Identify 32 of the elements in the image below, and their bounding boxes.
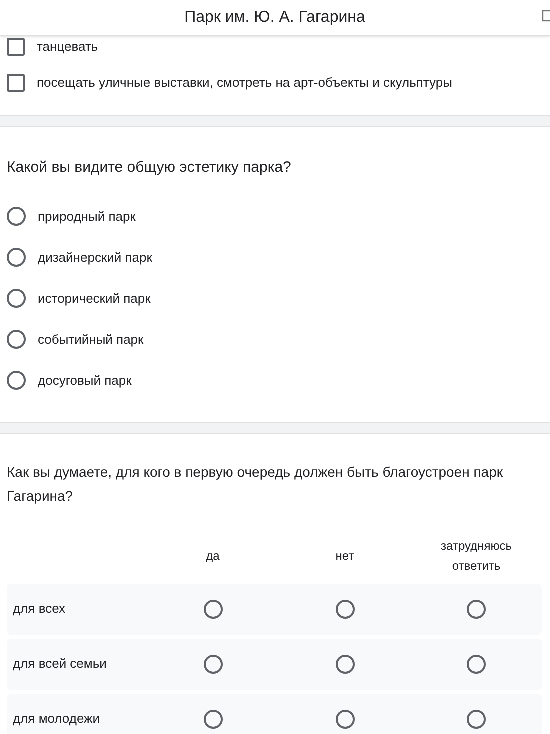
- radio-button[interactable]: [336, 600, 354, 618]
- option-label: танцевать: [37, 38, 98, 56]
- column-header: да: [205, 548, 221, 564]
- radio-button[interactable]: [467, 600, 486, 618]
- radio-button[interactable]: [7, 289, 26, 308]
- checkbox[interactable]: [7, 74, 25, 92]
- radio-button[interactable]: [7, 207, 26, 226]
- radio-button[interactable]: [467, 710, 486, 728]
- radio-button[interactable]: [7, 371, 26, 390]
- radio-button[interactable]: [7, 248, 26, 267]
- checkbox[interactable]: [7, 38, 25, 56]
- column-header: затрудняюсь ответить: [440, 538, 513, 574]
- column-header: нет: [334, 548, 356, 564]
- radio-button[interactable]: [204, 710, 222, 728]
- radio-button[interactable]: [7, 330, 26, 349]
- option-label: досуговый парк: [38, 372, 132, 390]
- option-label: исторический парк: [38, 290, 151, 308]
- radio-button[interactable]: [336, 710, 354, 728]
- option-label: природный парк: [38, 208, 136, 226]
- radio-button[interactable]: [204, 600, 222, 618]
- radio-button[interactable]: [467, 654, 486, 674]
- page-title: Парк им. Ю. А. Гагарина: [184, 8, 366, 28]
- row-label: для молодежи: [12, 710, 102, 728]
- question-text: Как вы думаете, для кого в первую очередь должен быть благоустроен парк Гагарина?: [7, 462, 504, 506]
- row-label: для всей семьи: [12, 655, 108, 674]
- radio-button[interactable]: [336, 654, 354, 674]
- option-label: посещать уличные выставки, смотреть на арт-объекты и скульптуры: [37, 74, 452, 92]
- option-label: дизайнерский парк: [38, 248, 152, 267]
- radio-button[interactable]: [204, 654, 222, 674]
- question-text: Какой вы видите общую эстетику парка?: [7, 158, 292, 178]
- option-label: событийный парк: [38, 330, 144, 349]
- row-label: для всех: [12, 600, 67, 618]
